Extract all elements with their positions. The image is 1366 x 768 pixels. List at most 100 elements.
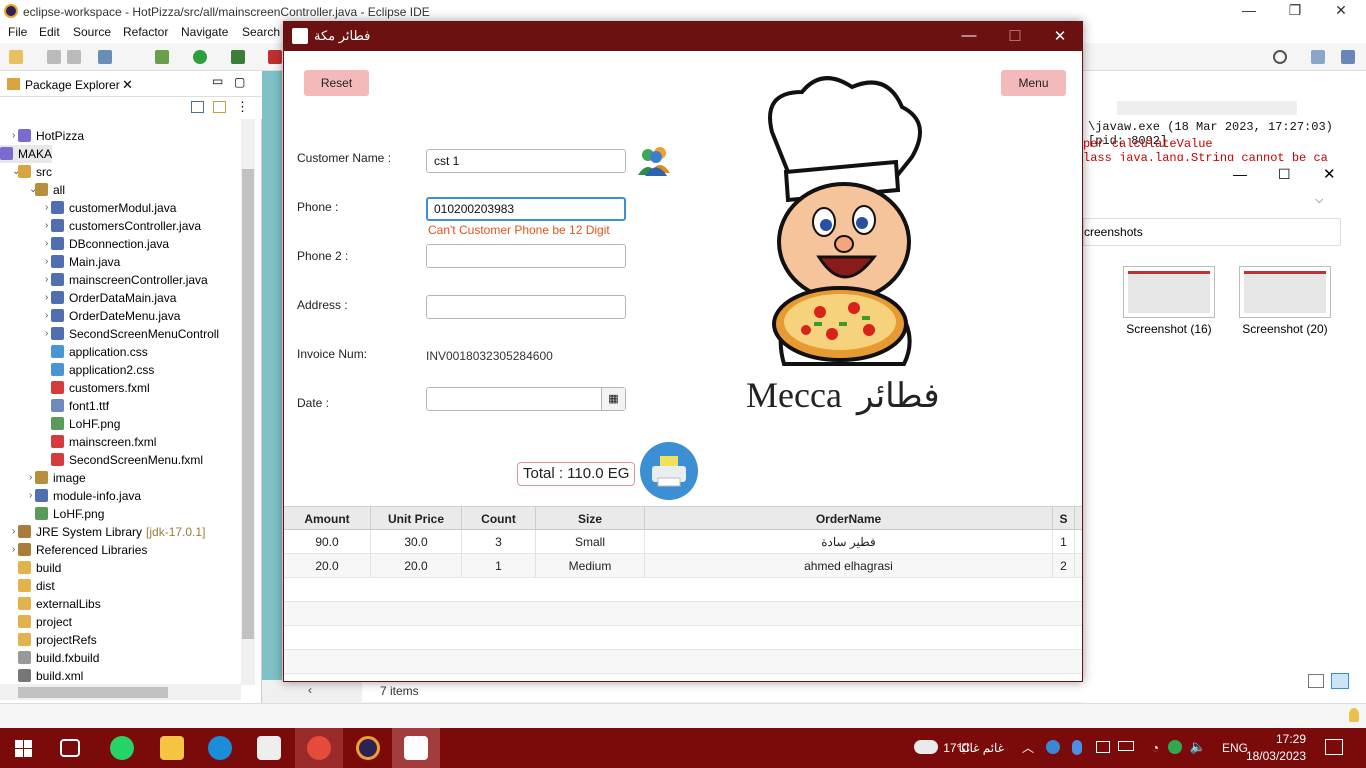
tree-item[interactable]: image <box>35 469 86 487</box>
tree-item[interactable]: mainscreen.fxml <box>51 433 156 451</box>
print-button[interactable] <box>640 442 698 500</box>
expand-toggle-icon[interactable]: › <box>12 541 15 559</box>
battery-icon[interactable] <box>1118 741 1134 751</box>
tree-item[interactable]: HotPizza <box>18 127 84 145</box>
tree-item[interactable]: font1.ttf <box>51 397 109 415</box>
eclipse-restore-button[interactable]: ❐ <box>1280 2 1310 19</box>
tree-item[interactable]: JRE System Library [jdk-17.0.1] <box>18 523 205 541</box>
expand-toggle-icon[interactable]: › <box>29 487 32 505</box>
tip-icon[interactable] <box>1349 708 1359 722</box>
security-icon[interactable] <box>1168 740 1182 754</box>
tree-item[interactable]: build <box>18 559 61 577</box>
chevron-up-icon[interactable]: ︿ <box>1022 739 1034 756</box>
eclipse-close-button[interactable]: ✕ <box>1326 2 1356 19</box>
menu-button[interactable]: Menu <box>1001 70 1066 96</box>
expand-toggle-icon[interactable]: › <box>45 307 48 325</box>
save-all-icon[interactable] <box>67 50 81 64</box>
device-icon[interactable] <box>1096 741 1110 753</box>
customers-icon[interactable] <box>630 143 678 177</box>
edge-icon[interactable] <box>208 736 232 760</box>
tray-app-icon[interactable] <box>1046 740 1060 754</box>
weather-icon[interactable] <box>914 740 938 754</box>
horizontal-scrollbar[interactable] <box>0 684 241 700</box>
search-icon[interactable] <box>1273 50 1287 64</box>
calendar-app-icon[interactable] <box>257 736 281 760</box>
tree-item[interactable]: project <box>18 613 72 631</box>
tree-item[interactable]: OrderDateMenu.java <box>51 307 180 325</box>
large-icons-view-icon[interactable] <box>1331 673 1349 689</box>
expand-toggle-icon[interactable]: › <box>45 235 48 253</box>
menu-edit[interactable]: Edit <box>39 25 60 39</box>
expand-toggle-icon[interactable]: › <box>29 469 32 487</box>
calendar-icon[interactable]: ▦ <box>601 388 625 410</box>
tree-item[interactable]: application.css <box>51 343 148 361</box>
tree-item[interactable]: customers.fxml <box>51 379 150 397</box>
new-icon[interactable] <box>9 50 23 64</box>
screenshot-thumbnail[interactable] <box>1123 266 1215 318</box>
menu-source[interactable]: Source <box>73 25 111 39</box>
phone-input[interactable]: 010200203983 <box>426 197 626 221</box>
tree-item[interactable]: Referenced Libraries <box>18 541 147 559</box>
column-header-count[interactable]: Count <box>462 507 536 531</box>
tree-item[interactable]: projectRefs <box>18 631 97 649</box>
bluetooth-icon[interactable] <box>1072 740 1082 755</box>
screenshot-label[interactable]: Screenshot (20) <box>1230 322 1340 336</box>
screenshot-label[interactable]: Screenshot (16) <box>1114 322 1224 336</box>
file-explorer-icon[interactable] <box>160 736 184 760</box>
tree-item[interactable]: module-info.java <box>35 487 141 505</box>
column-header-amount[interactable]: Amount <box>284 507 371 531</box>
table-row[interactable]: 90.0 30.0 3 Small فطير سادة 1 <box>284 530 1082 554</box>
clock[interactable]: 17:29 18/03/2023 <box>1246 732 1306 763</box>
tree-item[interactable]: OrderDataMain.java <box>51 289 176 307</box>
volume-icon[interactable]: 🔈 <box>1190 739 1206 755</box>
menu-navigate[interactable]: Navigate <box>181 25 228 39</box>
column-header-unit-price[interactable]: Unit Price <box>371 507 462 531</box>
notification-icon[interactable] <box>1325 739 1343 755</box>
menu-refactor[interactable]: Refactor <box>123 25 168 39</box>
explorer-address-bar[interactable]: creenshots <box>1083 218 1341 246</box>
phone2-input[interactable] <box>426 244 626 268</box>
eclipse-icon[interactable] <box>356 736 380 760</box>
terminal-icon[interactable] <box>98 50 112 64</box>
weather-text[interactable]: غائم غالبًا <box>959 741 1004 755</box>
save-icon[interactable] <box>47 50 61 64</box>
tree-item[interactable]: customerModul.java <box>51 199 176 217</box>
scrollbar-thumb[interactable] <box>18 687 168 698</box>
reset-button[interactable]: Reset <box>304 70 369 96</box>
debug-icon[interactable] <box>155 50 169 64</box>
vertical-scrollbar[interactable] <box>241 119 255 685</box>
tree-item[interactable]: SecondScreenMenuControll <box>51 325 219 343</box>
tree-item[interactable]: Main.java <box>51 253 120 271</box>
tree-item[interactable]: build.fxbuild <box>18 649 99 667</box>
chrome-taskbar-slot[interactable] <box>295 728 343 768</box>
expand-toggle-icon[interactable]: › <box>12 523 15 541</box>
date-picker[interactable]: ▦ <box>426 387 626 411</box>
app-close-button[interactable]: ✕ <box>1045 27 1075 45</box>
scrollbar-thumb[interactable] <box>242 169 254 639</box>
tree-item[interactable]: customersController.java <box>51 217 201 235</box>
tree-item[interactable]: LoHF.png <box>35 505 104 523</box>
tree-item[interactable]: mainscreenController.java <box>51 271 208 289</box>
screenshot-thumbnail[interactable] <box>1239 266 1331 318</box>
table-row[interactable]: 20.0 20.0 1 Medium ahmed elhagrasi 2 <box>284 554 1082 578</box>
tree-item[interactable]: all <box>35 181 65 199</box>
menu-file[interactable]: File <box>8 25 27 39</box>
pizza-app-taskbar-slot[interactable] <box>392 728 440 768</box>
java-perspective-icon[interactable] <box>1341 50 1355 64</box>
tree-item[interactable]: LoHF.png <box>51 415 120 433</box>
external-tools-icon[interactable] <box>268 50 282 64</box>
tree-item[interactable]: externalLibs <box>18 595 101 613</box>
details-view-icon[interactable] <box>1308 674 1324 688</box>
tree-item[interactable]: build.xml <box>18 667 83 684</box>
tree-item[interactable]: application2.css <box>51 361 154 379</box>
tree-item[interactable]: DBconnection.java <box>51 235 169 253</box>
scroll-left-icon[interactable]: ‹ <box>308 683 312 697</box>
expand-toggle-icon[interactable]: › <box>45 217 48 235</box>
customer-name-input[interactable]: cst 1 <box>426 149 626 173</box>
expand-toggle-icon[interactable]: › <box>45 271 48 289</box>
tree-item[interactable]: dist <box>18 577 55 595</box>
column-header-order-name[interactable]: OrderName <box>645 507 1053 531</box>
expand-toggle-icon[interactable]: › <box>45 253 48 271</box>
whatsapp-icon[interactable] <box>110 736 134 760</box>
tree-item[interactable]: src <box>18 163 52 181</box>
